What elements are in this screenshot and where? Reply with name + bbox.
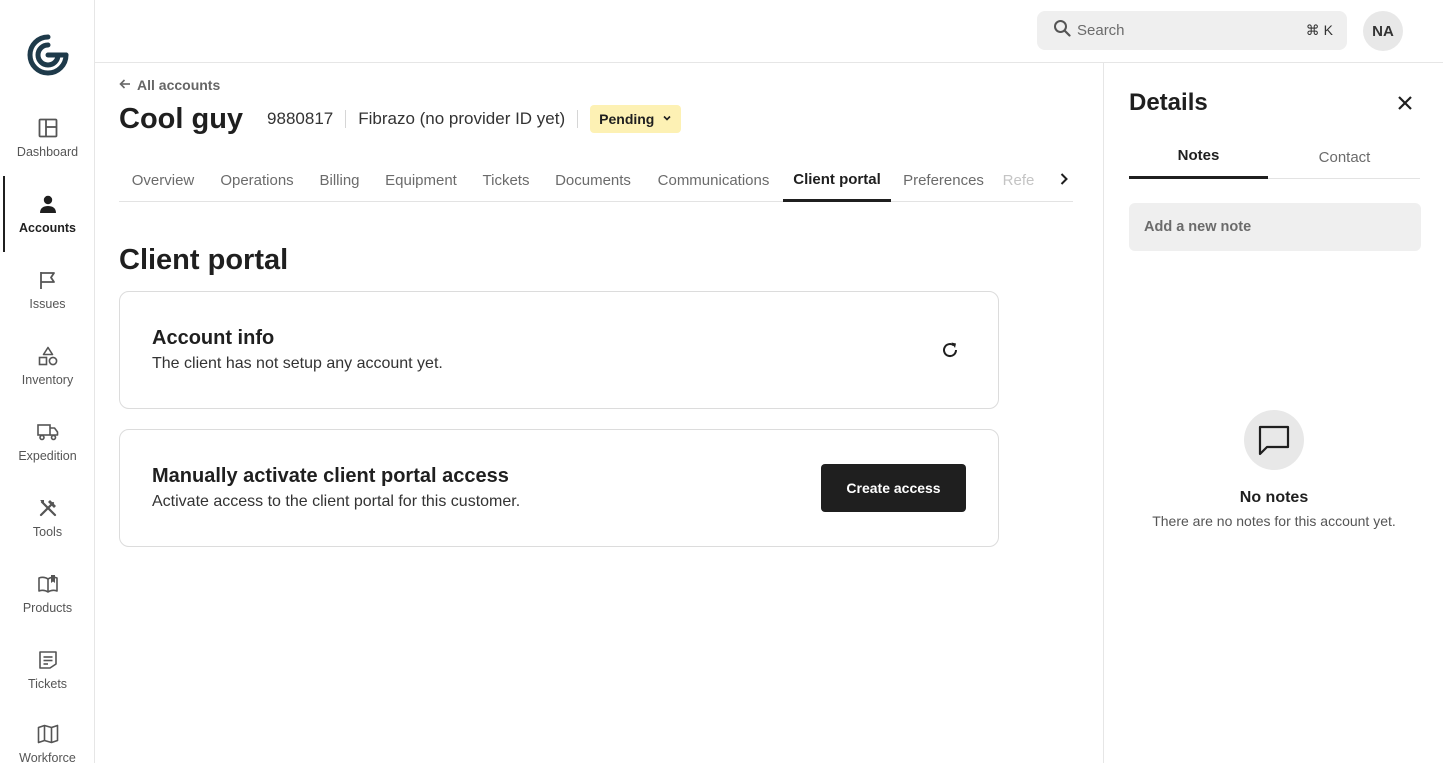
dashboard-icon <box>37 117 59 139</box>
book-icon <box>37 573 59 595</box>
sidebar-item-label: Expedition <box>18 449 77 463</box>
map-icon <box>37 723 59 745</box>
search-icon <box>1053 19 1071 42</box>
refresh-icon[interactable] <box>938 338 962 362</box>
sidebar-item-label: Tools <box>32 525 63 539</box>
tab-tickets[interactable]: Tickets <box>470 159 542 202</box>
account-info-card: Account info The client has not setup an… <box>119 291 999 409</box>
chat-icon <box>1244 410 1304 470</box>
card-title: Manually activate client portal access <box>152 465 509 487</box>
card-title: Account info <box>152 327 275 349</box>
section-title: Client portal <box>119 244 289 276</box>
account-header: Cool guy 9880817 Fibrazo (no provider ID… <box>119 101 682 137</box>
card-description: The client has not setup any account yet… <box>152 355 443 372</box>
create-access-button[interactable]: Create access <box>821 464 966 512</box>
divider <box>345 110 347 128</box>
sidebar-item-label: Issues <box>29 297 66 311</box>
empty-state-title: No notes <box>1239 489 1309 506</box>
truck-icon <box>36 421 59 443</box>
sidebar-item-issues[interactable]: Issues <box>0 252 95 328</box>
tools-icon <box>37 497 59 519</box>
avatar[interactable]: NA <box>1363 11 1403 51</box>
divider <box>577 110 579 128</box>
back-link[interactable]: All accounts <box>119 77 220 93</box>
sidebar-item-inventory[interactable]: Inventory <box>0 328 95 404</box>
sidebar-item-label: Tickets <box>27 677 68 691</box>
sidebar-item-accounts[interactable]: Accounts <box>0 176 95 252</box>
sidebar-item-label: Inventory <box>21 373 74 387</box>
search-input[interactable]: Search ⌘ K <box>1037 11 1347 50</box>
ticket-icon <box>37 649 59 671</box>
tab-communications[interactable]: Communications <box>644 159 783 202</box>
tab-documents[interactable]: Documents <box>542 159 644 202</box>
sidebar-item-label: Accounts <box>19 221 76 235</box>
note-input[interactable]: Add a new note <box>1129 203 1421 251</box>
arrow-left-icon <box>119 77 131 93</box>
flag-icon <box>37 269 59 291</box>
tab-client-portal[interactable]: Client portal <box>783 159 891 202</box>
activate-access-card: Manually activate client portal access A… <box>119 429 999 547</box>
sidebar-item-label: Products <box>22 601 73 615</box>
tab-overview[interactable]: Overview <box>119 159 207 202</box>
details-title: Details <box>1129 89 1208 116</box>
tab-billing[interactable]: Billing <box>307 159 372 202</box>
main-content: All accounts Cool guy 9880817 Fibrazo (n… <box>95 63 1103 763</box>
tab-notes[interactable]: Notes <box>1129 135 1268 179</box>
person-icon <box>37 193 59 215</box>
sidebar-item-workforce[interactable]: Workforce <box>0 706 95 763</box>
tab-operations[interactable]: Operations <box>207 159 307 202</box>
provider-label: Fibrazo (no provider ID yet) <box>358 109 566 128</box>
status-badge[interactable]: Pending <box>590 105 682 133</box>
sidebar-item-label: Dashboard <box>16 145 79 159</box>
top-bar: Search ⌘ K NA <box>95 0 1443 63</box>
chevron-right-icon[interactable] <box>1052 167 1076 191</box>
account-number: 9880817 <box>267 109 334 128</box>
tab-preferences[interactable]: Preferences <box>891 159 996 202</box>
sidebar-item-tickets[interactable]: Tickets <box>0 632 95 708</box>
close-icon[interactable] <box>1393 91 1417 115</box>
search-shortcut: ⌘ K <box>1305 22 1333 38</box>
card-description: Activate access to the client portal for… <box>152 493 521 510</box>
tab-equipment[interactable]: Equipment <box>372 159 470 202</box>
sidebar-item-products[interactable]: Products <box>0 556 95 632</box>
chevron-down-icon <box>662 113 672 126</box>
details-panel: Details Notes Contact Add a new note No … <box>1103 63 1443 763</box>
back-link-label: All accounts <box>137 77 221 93</box>
search-placeholder: Search <box>1077 22 1125 39</box>
page-title: Cool guy <box>119 102 244 135</box>
status-label: Pending <box>599 111 655 127</box>
sidebar-item-expedition[interactable]: Expedition <box>0 404 95 480</box>
details-tabs: Notes Contact <box>1129 135 1420 179</box>
tab-contact[interactable]: Contact <box>1275 135 1414 179</box>
shapes-icon <box>37 345 59 367</box>
sidebar-item-label: Workforce <box>19 751 76 763</box>
sidebar: Dashboard Accounts Issues Inventory Expe… <box>0 0 95 763</box>
app-logo[interactable] <box>27 34 69 76</box>
account-tabs: Overview Operations Billing Equipment Ti… <box>119 159 1073 202</box>
tab-references[interactable]: Refe <box>996 159 1041 202</box>
empty-state-description: There are no notes for this account yet. <box>1152 513 1396 529</box>
sidebar-item-tools[interactable]: Tools <box>0 480 95 556</box>
sidebar-item-dashboard[interactable]: Dashboard <box>0 100 95 176</box>
